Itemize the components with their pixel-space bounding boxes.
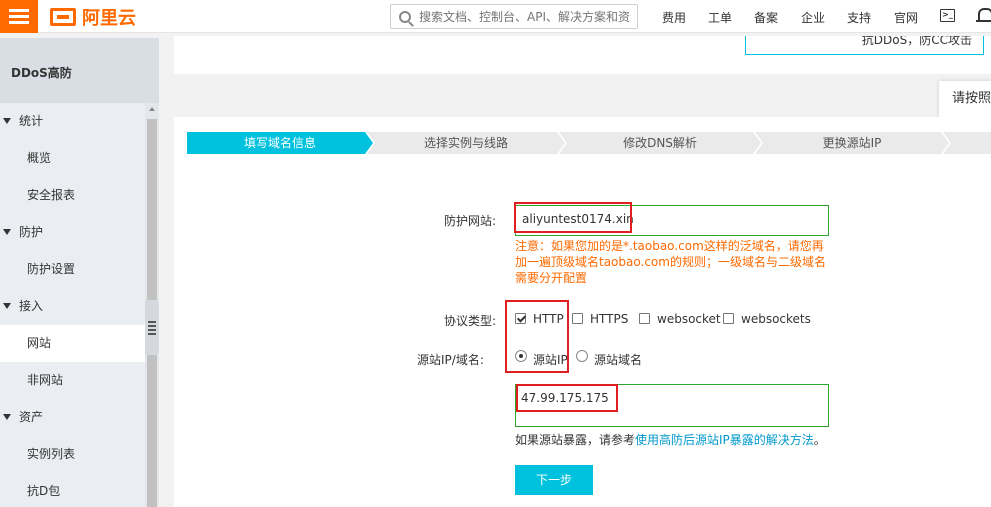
origin-exposure-hint: 如果源站暴露，请参考使用高防后源站IP暴露的解决方法。 — [515, 431, 826, 448]
origin-domain-option-label[interactable]: 源站域名 — [594, 351, 642, 368]
search-box[interactable] — [390, 4, 638, 29]
sidebar-item-protection-settings[interactable]: 防护设置 — [0, 251, 145, 288]
aliyun-logo[interactable]: 阿里云 — [50, 6, 136, 29]
sidebar-group-label: 统计 — [19, 114, 44, 128]
search-input[interactable] — [419, 9, 631, 24]
notice-box: 抗DDoS，防CC攻击 — [745, 36, 984, 55]
websockets-option-label[interactable]: websockets — [741, 312, 811, 326]
brand-name: 阿里云 — [82, 8, 136, 29]
sidebar: DDoS高防 统计 概览 安全报表 防护 防护设置 接入 网站 非网站 资产 实… — [0, 38, 159, 507]
origin-ip-highlight-box — [516, 384, 618, 412]
hint-suffix: 。 — [813, 433, 826, 447]
step-modify-dns: 修改DNS解析 — [559, 132, 761, 154]
step-next-partial — [943, 132, 991, 154]
hint-prefix: 如果源站暴露，请参考 — [515, 433, 636, 447]
caret-down-icon — [3, 118, 11, 124]
step-fill-domain-info: 填写域名信息 — [187, 132, 373, 154]
floating-guide-tab[interactable]: 请按照 — [939, 81, 991, 117]
sidebar-collapse-handle[interactable] — [145, 300, 159, 355]
https-option-label[interactable]: HTTPS — [590, 312, 628, 326]
menu-icon[interactable] — [0, 0, 38, 33]
scroll-up-arrow-icon[interactable] — [149, 107, 155, 111]
sidebar-item-anti-d-package[interactable]: 抗D包 — [0, 473, 145, 507]
notice-text: 抗DDoS，防CC攻击 — [861, 36, 972, 47]
caret-down-icon — [3, 303, 11, 309]
top-bar: 阿里云 费用 工单 备案 企业 支持 官网 >_ — [0, 0, 991, 33]
sidebar-group-label: 接入 — [19, 299, 44, 313]
terminal-icon[interactable]: >_ — [940, 9, 955, 22]
origin-exposure-solution-link[interactable]: 使用高防后源站IP暴露的解决方法 — [635, 433, 814, 447]
step-progress: 填写域名信息 选择实例与线路 修改DNS解析 更换源站IP — [187, 132, 991, 154]
next-step-button[interactable]: 下一步 — [515, 465, 593, 495]
nav-enterprise[interactable]: 企业 — [801, 9, 825, 26]
nav-support[interactable]: 支持 — [847, 9, 871, 26]
sidebar-group-protection[interactable]: 防护 — [0, 214, 145, 251]
step-change-origin-ip: 更换源站IP — [755, 132, 949, 154]
nav-billing[interactable]: 费用 — [662, 9, 686, 26]
sidebar-group-assets[interactable]: 资产 — [0, 399, 145, 436]
websocket-checkbox[interactable] — [639, 313, 650, 324]
step-select-instance: 选择实例与线路 — [367, 132, 565, 154]
site-highlight-box — [514, 202, 632, 233]
search-icon — [399, 10, 411, 23]
origin-domain-radio[interactable] — [576, 350, 588, 362]
caret-down-icon — [3, 229, 11, 235]
sidebar-item-overview[interactable]: 概览 — [0, 140, 145, 177]
sidebar-item-security-report[interactable]: 安全报表 — [0, 177, 145, 214]
protocol-origin-highlight-box — [505, 300, 569, 373]
sidebar-title: DDoS高防 — [0, 38, 159, 103]
nav-icp[interactable]: 备案 — [754, 9, 778, 26]
bell-icon[interactable] — [976, 6, 991, 24]
sidebar-group-access[interactable]: 接入 — [0, 288, 145, 325]
site-label: 防护网站: — [444, 214, 497, 228]
sidebar-item-non-website[interactable]: 非网站 — [0, 362, 145, 399]
sidebar-group-label: 防护 — [19, 225, 44, 239]
sidebar-group-stats[interactable]: 统计 — [0, 103, 145, 140]
aliyun-logo-icon — [50, 8, 76, 26]
form-card — [174, 117, 991, 507]
protocol-label: 协议类型: — [444, 314, 497, 328]
nav-tickets[interactable]: 工单 — [708, 9, 732, 26]
caret-down-icon — [3, 414, 11, 420]
websocket-option-label[interactable]: websocket — [657, 312, 721, 326]
nav-official-site[interactable]: 官网 — [894, 9, 918, 26]
sidebar-item-website[interactable]: 网站 — [0, 325, 145, 362]
https-checkbox[interactable] — [572, 313, 583, 324]
origin-label: 源站IP/域名: — [417, 353, 484, 367]
wildcard-warning: 注意：如果您加的是*.taobao.com这样的泛域名，请您再加一遍顶级域名ta… — [515, 239, 826, 285]
sidebar-group-label: 资产 — [19, 410, 44, 424]
sidebar-item-instance-list[interactable]: 实例列表 — [0, 436, 145, 473]
websockets-checkbox[interactable] — [723, 313, 734, 324]
